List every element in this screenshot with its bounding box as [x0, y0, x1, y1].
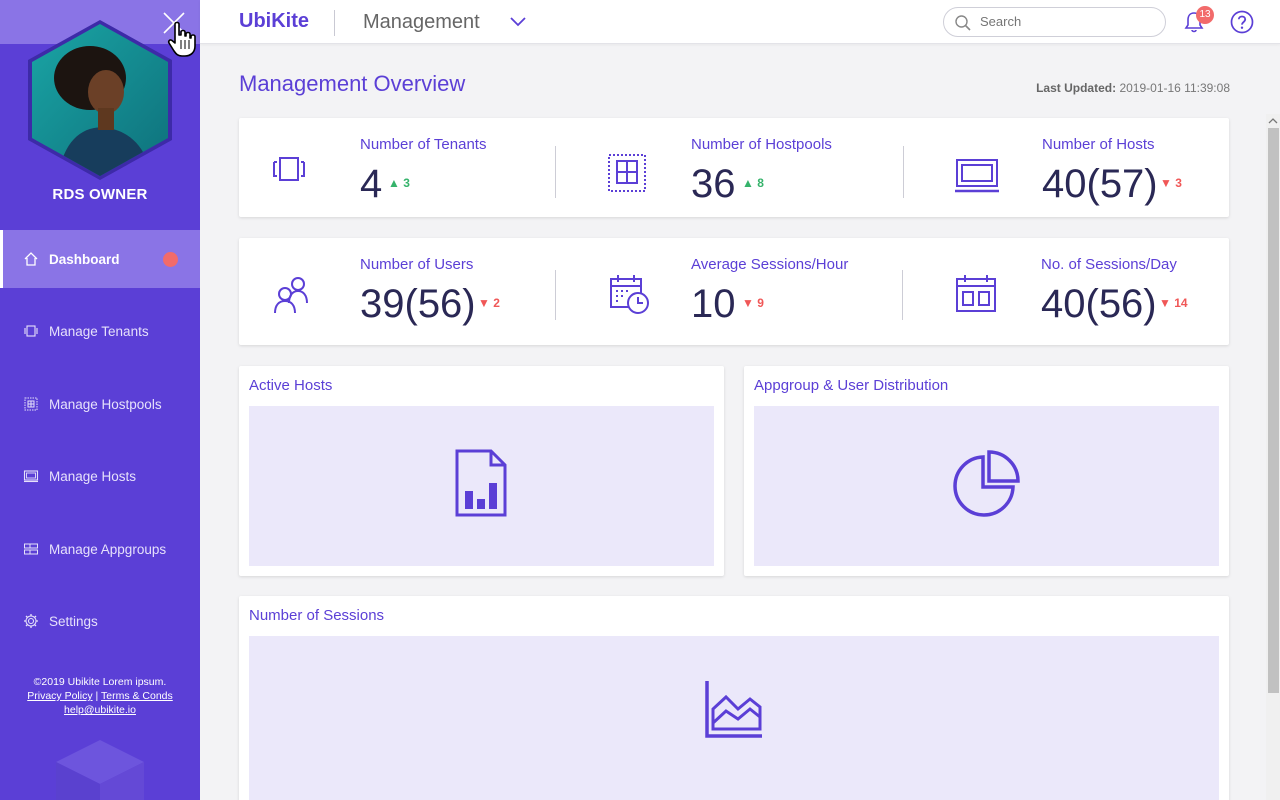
active-hosts-panel: Active Hosts: [239, 366, 724, 576]
sidebar: RDS OWNER Dashboard Manage Tenants Manag…: [0, 0, 200, 800]
stat-delta-down: ▼ 9: [742, 296, 764, 310]
mouse-cursor: [166, 20, 200, 58]
sidebar-item-manage-tenants[interactable]: Manage Tenants: [0, 302, 200, 360]
appgroup-icon: [22, 540, 40, 558]
stat-value: 4: [360, 162, 383, 206]
footer-separator: |: [95, 690, 99, 702]
sidebar-item-manage-hosts[interactable]: Manage Hosts: [0, 447, 200, 505]
stat-label: Average Sessions/Hour: [691, 256, 849, 273]
stat-label: No. of Sessions/Day: [1041, 256, 1177, 273]
stat-label: Number of Users: [360, 256, 474, 273]
sidebar-item-label: Manage Hosts: [49, 468, 137, 484]
calendar-clock-icon: [610, 275, 649, 314]
sessions-panel: Number of Sessions: [239, 596, 1229, 800]
monitor-icon: [22, 467, 40, 485]
header-divider: [334, 10, 335, 36]
stat-delta-down: ▼ 14: [1159, 296, 1188, 310]
stat-value: 40(57): [1042, 162, 1158, 206]
sidebar-item-label: Settings: [49, 613, 98, 629]
pie-chart-icon: [953, 450, 1020, 517]
area-chart-icon: [705, 681, 762, 738]
panel-title: Number of Sessions: [249, 607, 385, 624]
stat-delta-up: ▲ 8: [742, 176, 764, 190]
tenants-icon: [273, 157, 305, 181]
monitor-icon: [955, 159, 999, 193]
delta-value: 14: [1174, 296, 1188, 310]
search-box[interactable]: [943, 7, 1166, 37]
sidebar-item-label: Manage Hostpools: [49, 396, 162, 412]
scrollbar-thumb[interactable]: [1268, 128, 1279, 693]
page-title: Management Overview: [239, 71, 466, 96]
stat-value: 36: [691, 162, 736, 206]
sidebar-footer: ©2019 Ubikite Lorem ipsum. Privacy Polic…: [0, 675, 200, 717]
delta-value: 3: [403, 176, 410, 190]
section-selector-label[interactable]: Management: [363, 11, 480, 34]
stat-label: Number of Hostpools: [691, 136, 832, 153]
sidebar-item-label: Manage Appgroups: [49, 541, 167, 557]
last-updated: Last Updated: 2019-01-16 11:39:08: [1036, 81, 1230, 95]
stat-value: 10: [691, 282, 736, 326]
sidebar-item-label: Dashboard: [49, 251, 120, 267]
stat-delta-up: ▲ 3: [388, 176, 410, 190]
panel-title: Appgroup & User Distribution: [754, 377, 949, 394]
delta-value: 9: [757, 296, 764, 310]
divider: [555, 270, 556, 320]
delta-value: 3: [1175, 176, 1182, 190]
stat-label: Number of Hosts: [1042, 136, 1155, 153]
notification-dot: [163, 252, 178, 267]
scroll-up-arrow[interactable]: [1266, 114, 1280, 128]
last-updated-label: Last Updated:: [1036, 81, 1117, 95]
stat-value: 40(56): [1041, 282, 1157, 326]
search-icon: [955, 15, 971, 31]
hostpool-icon: [608, 154, 646, 192]
sidebar-item-settings[interactable]: Settings: [0, 592, 200, 650]
brand-logo[interactable]: UbiKite: [239, 10, 309, 33]
delta-value: 8: [757, 176, 764, 190]
privacy-policy-link[interactable]: Privacy Policy: [27, 690, 92, 702]
divider: [902, 270, 903, 320]
sidebar-item-manage-hostpools[interactable]: Manage Hostpools: [0, 375, 200, 433]
hostpool-icon: [22, 395, 40, 413]
top-header: UbiKite Management 13: [200, 0, 1280, 44]
stat-delta-down: ▼ 3: [1160, 176, 1182, 190]
search-input[interactable]: [980, 14, 1150, 29]
panel-title: Active Hosts: [249, 377, 333, 394]
last-updated-value: 2019-01-16 11:39:08: [1119, 81, 1230, 95]
divider: [555, 146, 556, 198]
stats-card-infrastructure: Number of Tenants 4 ▲ 3 Number of Hostpo…: [239, 118, 1229, 217]
notification-badge: 13: [1196, 6, 1214, 24]
tenants-icon: [22, 322, 40, 340]
panel-placeholder: [249, 406, 714, 566]
help-email-link[interactable]: help@ubikite.io: [64, 704, 136, 716]
sidebar-item-label: Manage Tenants: [49, 323, 149, 339]
stat-delta-down: ▼ 2: [478, 296, 500, 310]
help-icon[interactable]: [1230, 10, 1254, 34]
panel-placeholder: [249, 636, 1219, 800]
sidebar-item-dashboard[interactable]: Dashboard: [0, 230, 200, 288]
calendar-icon: [956, 275, 996, 312]
stat-value: 39(56): [360, 282, 476, 326]
gear-icon: [22, 612, 40, 630]
divider: [903, 146, 904, 198]
copyright-text: ©2019 Ubikite Lorem ipsum.: [33, 676, 167, 688]
cube-logo: [56, 740, 144, 800]
stats-card-sessions: Number of Users 39(56) ▼ 2 Average Sessi…: [239, 238, 1229, 345]
terms-link[interactable]: Terms & Conds: [101, 690, 173, 702]
sidebar-item-manage-appgroups[interactable]: Manage Appgroups: [0, 520, 200, 578]
stat-label: Number of Tenants: [360, 136, 487, 153]
panel-placeholder: [754, 406, 1219, 566]
delta-value: 2: [493, 296, 500, 310]
users-icon: [274, 277, 308, 314]
bar-report-icon: [455, 449, 507, 517]
owner-name: RDS OWNER: [52, 186, 148, 203]
distribution-panel: Appgroup & User Distribution: [744, 366, 1229, 576]
avatar: [28, 20, 172, 180]
chevron-down-icon[interactable]: [509, 15, 527, 29]
home-icon: [22, 250, 40, 268]
